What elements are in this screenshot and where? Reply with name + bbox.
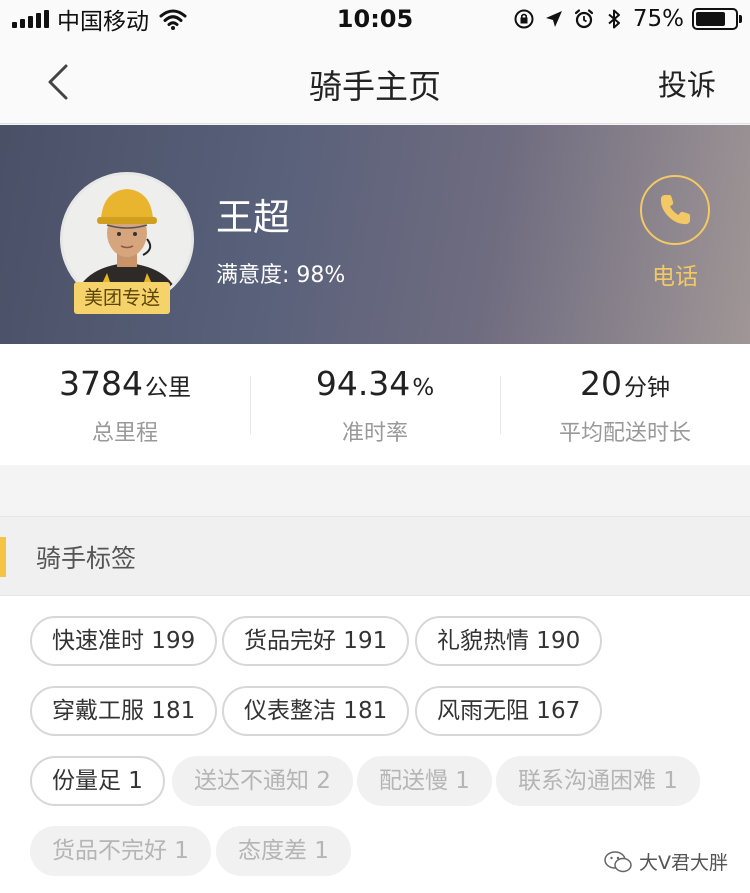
negative-tag-chip[interactable]: 送达不通知 2 — [172, 756, 353, 806]
stat-label: 平均配送时长 — [558, 421, 691, 446]
stat-unit: 分钟 — [624, 375, 670, 401]
phone-icon — [660, 195, 690, 225]
call-label: 电话 — [652, 264, 698, 290]
negative-tag-chip[interactable]: 货品不完好 1 — [30, 826, 211, 876]
wechat-watermark: 大V君大胖 — [603, 848, 728, 875]
satisfaction-rate: 满意度: 98% — [216, 263, 346, 288]
tag-chip[interactable]: 风雨无阻 167 — [415, 686, 603, 736]
rotation-lock-icon — [514, 9, 534, 29]
call-circle[interactable] — [640, 175, 710, 245]
rider-header: 美团专送 王超 满意度: 98% 电话 — [0, 125, 750, 344]
tag-chip[interactable]: 仪表整洁 181 — [222, 686, 410, 736]
tag-chip[interactable]: 穿戴工服 181 — [30, 686, 218, 736]
negative-tag-chip[interactable]: 联系沟通困难 1 — [496, 756, 700, 806]
tag-chip[interactable]: 礼貌热情 190 — [415, 616, 603, 666]
section-title: 骑手标签 — [36, 544, 137, 573]
status-bar: 中国移动 10:05 75% — [0, 0, 750, 40]
meituan-delivery-badge: 美团专送 — [74, 282, 171, 314]
battery-percentage: 75% — [632, 6, 684, 32]
stat-on-time-rate: 94.34% 准时率 — [250, 344, 500, 465]
rider-tags-header: 骑手标签 — [0, 516, 750, 596]
stat-value: 3784 — [59, 364, 143, 403]
alarm-icon — [574, 9, 593, 29]
wechat-icon — [604, 850, 632, 872]
complaint-button[interactable]: 投诉 — [658, 62, 716, 104]
tag-chip[interactable]: 快速准时 199 — [30, 616, 218, 666]
watermark-text: 大V君大胖 — [639, 852, 728, 874]
stat-total-distance: 3784公里 总里程 — [0, 344, 250, 465]
section-accent-bar — [0, 537, 6, 577]
negative-tag-chip[interactable]: 配送慢 1 — [357, 756, 492, 806]
stat-value: 20 — [580, 364, 622, 403]
stat-unit: % — [412, 375, 435, 401]
stat-value: 94.34 — [315, 364, 411, 403]
rider-stats: 3784公里 总里程 94.34% 准时率 20分钟 平均配送时长 — [0, 344, 750, 465]
battery-icon — [692, 8, 742, 30]
tag-chip[interactable]: 份量足 1 — [30, 756, 165, 806]
page-title: 骑手主页 — [309, 67, 441, 106]
navigation-bar: 骑手主页 投诉 — [0, 40, 750, 124]
stat-label: 准时率 — [341, 421, 408, 446]
rider-avatar-container: 美团专送 — [60, 172, 194, 314]
rider-name: 王超 — [216, 196, 290, 239]
location-arrow-icon — [545, 11, 562, 27]
tag-chip[interactable]: 货品完好 191 — [222, 616, 410, 666]
bluetooth-icon — [608, 9, 620, 29]
call-button[interactable]: 电话 — [640, 175, 710, 291]
negative-tag-chip[interactable]: 态度差 1 — [216, 826, 351, 876]
stat-avg-delivery-time: 20分钟 平均配送时长 — [500, 344, 750, 465]
stat-label: 总里程 — [91, 421, 158, 446]
battery-fill — [696, 12, 725, 26]
stat-unit: 公里 — [144, 375, 191, 401]
